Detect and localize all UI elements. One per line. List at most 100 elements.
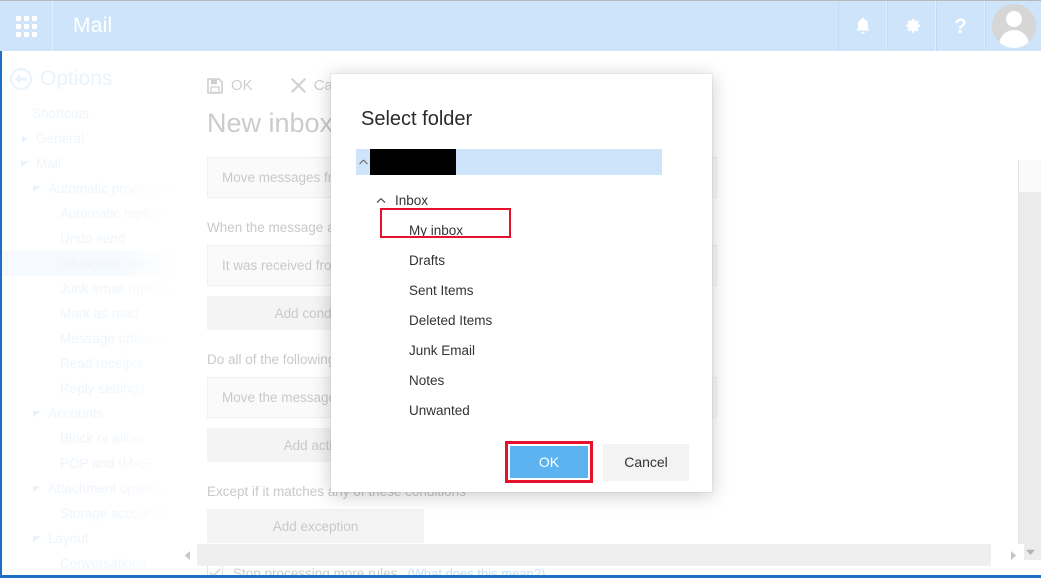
ok-command-label: OK xyxy=(231,77,253,94)
chevron-down-icon xyxy=(31,485,43,492)
dialog-ok-button[interactable]: OK xyxy=(510,446,588,478)
sidebar-item-shortcuts[interactable]: Shortcuts xyxy=(2,101,183,126)
folder-item-drafts[interactable]: Drafts xyxy=(331,245,712,275)
redacted-mailbox-name xyxy=(370,149,456,175)
sidebar-item-label: Block or allow xyxy=(60,431,144,446)
app-launcher-grid-icon xyxy=(15,15,37,37)
sidebar-item-block-or-allow[interactable]: Block or allow xyxy=(2,426,183,451)
sidebar-item-pop-and-imap[interactable]: POP and IMAP xyxy=(2,451,183,476)
application-window: Mail ? Options Shortcuts General Mail Au… xyxy=(0,0,1041,578)
sidebar-item-label: Conversations xyxy=(60,556,147,571)
sidebar-item-general[interactable]: General xyxy=(2,126,183,151)
folder-tree: Inbox My inbox Drafts Sent Items Deleted Ite… xyxy=(331,185,712,425)
options-back-header[interactable]: Options xyxy=(2,51,183,101)
sidebar-item-label: Junk email reporting xyxy=(60,281,182,296)
horizontal-scrollbar-track[interactable] xyxy=(197,544,1004,566)
chevron-down-icon xyxy=(31,185,43,192)
notifications-button[interactable] xyxy=(838,1,887,51)
sidebar-item-label: Read receipts xyxy=(60,356,144,371)
mailbox-root-row[interactable] xyxy=(356,149,662,175)
save-disk-icon xyxy=(207,77,223,94)
sidebar-item-mail[interactable]: Mail xyxy=(2,151,183,176)
sidebar-item-undo-send[interactable]: Undo send xyxy=(2,226,183,251)
sidebar-item-layout[interactable]: Layout xyxy=(2,526,183,551)
folder-item-label: Deleted Items xyxy=(409,312,493,328)
sidebar-item-automatic-replies[interactable]: Automatic replies xyxy=(2,201,183,226)
settings-gear-icon xyxy=(902,16,922,36)
folder-item-label: Unwanted xyxy=(409,402,470,418)
sidebar-item-attachment-options[interactable]: Attachment options xyxy=(2,476,183,501)
select-folder-dialog: Select folder Inbox My inbox Drafts Sent It… xyxy=(331,74,712,492)
ok-command[interactable]: OK xyxy=(207,77,253,94)
folder-item-label: Notes xyxy=(409,372,445,388)
sidebar-item-mark-as-read[interactable]: Mark as read xyxy=(2,301,183,326)
sidebar-item-label: General xyxy=(36,131,85,146)
folder-item-my-inbox[interactable]: My inbox xyxy=(331,215,712,245)
folder-item-notes[interactable]: Notes xyxy=(331,365,712,395)
sidebar-item-conversations[interactable]: Conversations xyxy=(2,551,183,576)
avatar-person-icon xyxy=(991,4,1036,48)
chevron-down-icon xyxy=(31,535,43,542)
sidebar-item-label: Accounts xyxy=(48,406,104,421)
folder-item-deleted-items[interactable]: Deleted Items xyxy=(331,305,712,335)
sidebar-item-label: Inbox and sweep rules xyxy=(60,256,183,271)
folder-item-junk-email[interactable]: Junk Email xyxy=(331,335,712,365)
help-question-icon: ? xyxy=(954,14,967,38)
ok-button-highlight: OK xyxy=(505,441,593,483)
folder-item-label: Drafts xyxy=(409,252,446,268)
chevron-down-icon xyxy=(31,410,43,417)
user-avatar[interactable] xyxy=(985,1,1041,51)
sidebar-item-accounts[interactable]: Accounts xyxy=(2,401,183,426)
folder-item-unwanted[interactable]: Unwanted xyxy=(331,395,712,425)
dialog-action-row: OK Cancel xyxy=(331,441,712,483)
scroll-right-arrow-icon[interactable] xyxy=(1004,550,1024,560)
horizontal-scrollbar[interactable] xyxy=(177,544,1024,566)
add-exception-button[interactable]: Add exception xyxy=(207,509,424,543)
horizontal-scrollbar-thumb[interactable] xyxy=(197,544,991,566)
sidebar-item-label: Undo send xyxy=(60,231,126,246)
sidebar-item-storage-accounts[interactable]: Storage accounts xyxy=(2,501,183,526)
options-title: Options xyxy=(40,67,113,90)
sidebar-item-label: Automatic replies xyxy=(60,206,164,221)
sidebar-item-reply-settings[interactable]: Reply settings xyxy=(2,376,183,401)
back-arrow-icon xyxy=(10,68,32,90)
chevron-down-icon xyxy=(19,160,31,167)
sidebar-item-read-receipts[interactable]: Read receipts xyxy=(2,351,183,376)
sidebar-item-automatic-processing[interactable]: Automatic processing xyxy=(2,176,183,201)
vertical-scrollbar-thumb[interactable] xyxy=(1019,160,1041,192)
sidebar-item-label: Reply settings xyxy=(60,381,145,396)
dialog-title: Select folder xyxy=(361,108,473,130)
sidebar-item-label: Mail xyxy=(36,156,61,171)
sidebar-item-label: Storage accounts xyxy=(60,506,166,521)
folder-item-sent-items[interactable]: Sent Items xyxy=(331,275,712,305)
sidebar-item-label: Message options xyxy=(60,331,163,346)
chevron-right-icon xyxy=(19,134,31,143)
sidebar-item-label: Mark as read xyxy=(60,306,139,321)
sidebar-nav-list: Shortcuts General Mail Automatic processing… xyxy=(2,101,183,578)
sidebar-item-label: POP and IMAP xyxy=(60,456,152,471)
folder-item-inbox[interactable]: Inbox xyxy=(331,185,712,215)
sidebar-item-inbox-and-sweep-rules[interactable]: Inbox and sweep rules xyxy=(2,251,183,276)
chevron-up-icon[interactable] xyxy=(373,197,389,204)
folder-item-label: Junk Email xyxy=(409,342,476,358)
scroll-left-arrow-icon[interactable] xyxy=(177,550,197,560)
sidebar-item-label: Automatic processing xyxy=(48,181,178,196)
vertical-scrollbar[interactable] xyxy=(1018,160,1041,560)
dialog-cancel-button[interactable]: Cancel xyxy=(603,443,689,481)
settings-button[interactable] xyxy=(887,1,936,51)
sidebar-item-label: Layout xyxy=(48,531,89,546)
notification-bell-icon xyxy=(854,16,872,36)
options-sidebar: Options Shortcuts General Mail Automatic pr… xyxy=(2,51,183,578)
close-x-icon xyxy=(290,78,306,93)
sidebar-item-message-options[interactable]: Message options xyxy=(2,326,183,351)
app-launcher-button[interactable] xyxy=(0,1,53,51)
sidebar-item-junk-email-reporting[interactable]: Junk email reporting xyxy=(2,276,183,301)
folder-item-label: Inbox xyxy=(395,192,429,208)
sidebar-item-label: Shortcuts xyxy=(32,106,90,121)
folder-item-label: My inbox xyxy=(409,222,464,238)
folder-item-label: Sent Items xyxy=(409,282,474,298)
chevron-up-icon[interactable] xyxy=(356,159,370,165)
sidebar-item-label: Attachment options xyxy=(48,481,164,496)
help-button[interactable]: ? xyxy=(936,1,985,51)
